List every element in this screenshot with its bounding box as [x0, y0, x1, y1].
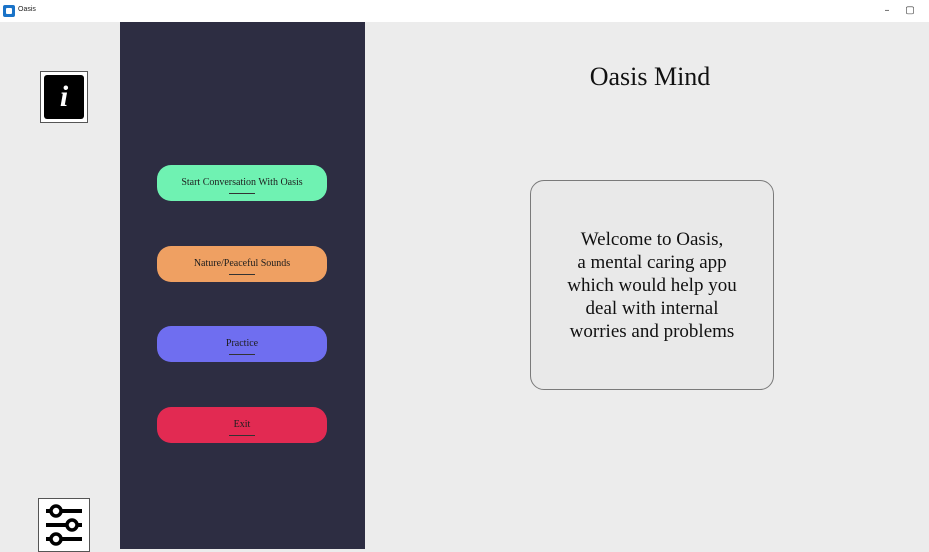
welcome-line: a mental caring app	[577, 251, 727, 273]
settings-button[interactable]	[38, 498, 90, 552]
start-conversation-label: Start Conversation With Oasis	[181, 177, 303, 188]
app-icon	[3, 5, 15, 17]
minimize-button[interactable]: –	[880, 4, 894, 18]
info-button[interactable]: i	[40, 71, 88, 123]
welcome-line: which would help you	[567, 274, 737, 296]
welcome-card: Welcome to Oasis, a mental caring app wh…	[530, 180, 774, 390]
info-icon: i	[44, 75, 84, 119]
welcome-line: deal with internal	[585, 297, 719, 319]
exit-label: Exit	[233, 419, 251, 430]
welcome-text: Welcome to Oasis, a mental caring app wh…	[567, 228, 736, 343]
focus-underline	[229, 274, 255, 275]
left-rail: i	[0, 22, 120, 552]
exit-button[interactable]: Exit	[157, 407, 327, 443]
practice-button[interactable]: Practice	[157, 326, 327, 362]
focus-underline	[229, 193, 255, 194]
nature-sounds-label: Nature/Peaceful Sounds	[193, 258, 291, 269]
window-title: Oasis	[18, 6, 36, 13]
title-bar: Oasis – ▢	[0, 0, 929, 22]
sliders-icon	[42, 502, 86, 548]
menu-panel: Start Conversation With Oasis Nature/Pea…	[120, 22, 365, 549]
practice-label: Practice	[225, 338, 259, 349]
focus-underline	[229, 354, 255, 355]
welcome-line: Welcome to Oasis,	[580, 228, 724, 250]
page-title: Oasis Mind	[589, 62, 711, 91]
restore-button[interactable]: ▢	[903, 4, 917, 18]
welcome-line: worries and problems	[569, 320, 735, 342]
start-conversation-button[interactable]: Start Conversation With Oasis	[157, 165, 327, 201]
focus-underline	[229, 435, 255, 436]
nature-sounds-button[interactable]: Nature/Peaceful Sounds	[157, 246, 327, 282]
main-content: Oasis Mind Welcome to Oasis, a mental ca…	[365, 22, 929, 549]
